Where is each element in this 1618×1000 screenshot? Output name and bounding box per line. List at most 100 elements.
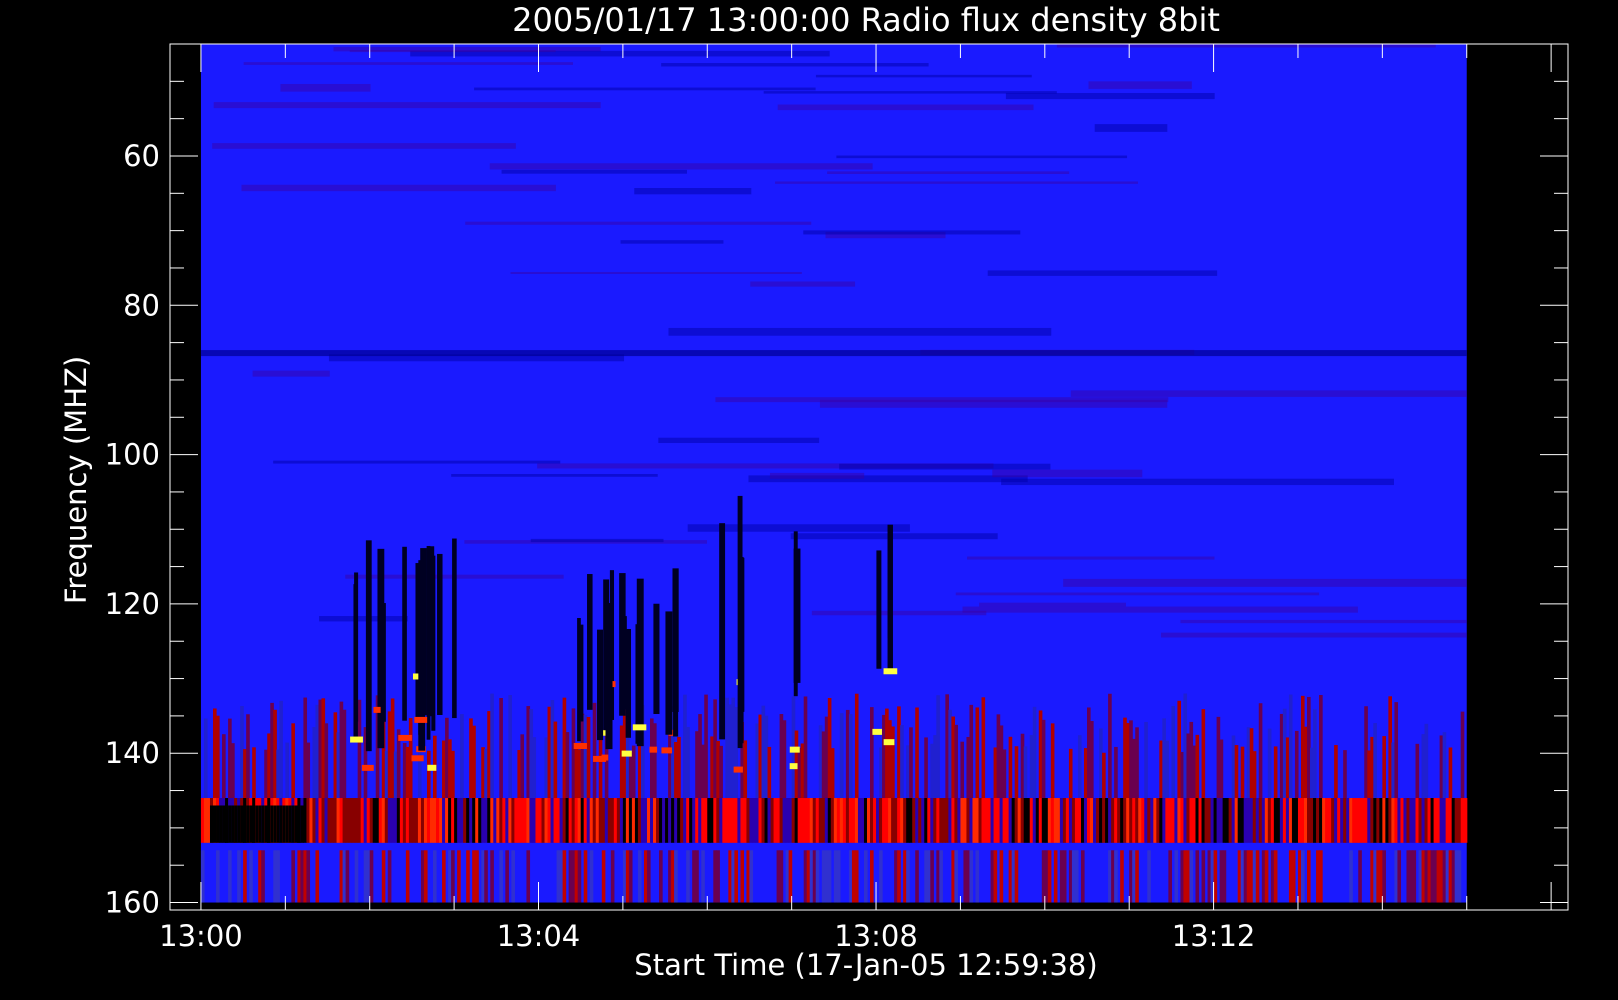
heatmap-cell (1080, 850, 1085, 903)
heatmap-cell (1050, 723, 1055, 799)
heatmap-band (200, 350, 1467, 357)
heatmap-cell (815, 850, 820, 903)
heatmap-cell (252, 747, 256, 799)
heatmap-burst (380, 603, 386, 722)
heatmap-cell (1343, 750, 1347, 799)
heatmap-cell (915, 707, 919, 799)
heatmap-cell (830, 748, 835, 799)
heatmap-cell (216, 715, 220, 799)
heatmap-cell (1174, 850, 1179, 903)
heatmap-cell (686, 850, 690, 903)
heatmap-cell (1288, 694, 1293, 799)
heatmap-cell (1442, 732, 1447, 799)
heatmap-cell (1382, 850, 1386, 903)
heatmap-burst (883, 739, 895, 746)
heatmap-cell (962, 606, 1358, 613)
heatmap-burst (414, 716, 428, 723)
heatmap-cell (213, 102, 601, 109)
heatmap-cell (803, 696, 808, 799)
heatmap-cell (1463, 798, 1468, 843)
heatmap-cell (280, 83, 371, 92)
heatmap-cell (653, 723, 657, 799)
heatmap-cell (319, 616, 408, 622)
heatmap-cell (1056, 44, 1436, 48)
heatmap-burst (605, 602, 613, 750)
heatmap-cell (637, 850, 642, 903)
heatmap-cell (526, 850, 531, 903)
heatmap-burst (402, 546, 407, 721)
heatmap-cell (1412, 850, 1417, 903)
heatmap-cell (510, 271, 802, 274)
heatmap-cell (442, 850, 446, 903)
heatmap-cell (677, 736, 681, 799)
heatmap-cell (1460, 711, 1465, 799)
heatmap-cell (695, 850, 699, 903)
heatmap-cell (200, 850, 205, 903)
heatmap-burst (636, 578, 644, 747)
heatmap-cell (1252, 751, 1257, 799)
heatmap-cell (1255, 850, 1260, 903)
heatmap-cell (1294, 730, 1299, 799)
heatmap-cell (779, 850, 784, 903)
heatmap-cell (489, 163, 873, 170)
heatmap-cell (631, 745, 636, 799)
heatmap-cell (530, 538, 664, 543)
heatmap-cell (1002, 749, 1007, 799)
heatmap-cell (601, 850, 606, 903)
spectrogram-chart: 2005/01/17 13:00:00 Radio flux density 8… (59, 1, 1569, 982)
heatmap-cell (228, 850, 232, 903)
heatmap-cell (659, 850, 663, 903)
heatmap-cell (610, 850, 615, 903)
heatmap-cell (1397, 850, 1402, 903)
heatmap-cell (803, 230, 1021, 235)
heatmap-cell (1213, 850, 1218, 903)
heatmap-cell (291, 723, 295, 799)
heatmap-cell (252, 370, 330, 377)
heatmap-cell (790, 533, 998, 540)
heatmap-cell (769, 472, 865, 479)
heatmap-cell (620, 240, 724, 244)
heatmap-burst (673, 581, 679, 737)
heatmap-cell (1201, 850, 1206, 903)
heatmap-cell (354, 850, 359, 903)
heatmap-cell (1074, 850, 1079, 903)
heatmap-cell (1108, 693, 1112, 799)
heatmap-cell (777, 104, 1034, 111)
heatmap-cell (598, 734, 603, 799)
heatmap-burst (587, 574, 593, 710)
heatmap-cell (1195, 734, 1200, 799)
heatmap-cell (1094, 124, 1168, 132)
heatmap-cell (839, 463, 1051, 470)
heatmap-cell (981, 697, 986, 799)
heatmap-burst (887, 524, 893, 673)
heatmap-cell (815, 74, 1032, 78)
heatmap-burst (793, 531, 798, 697)
heatmap-cell (499, 850, 503, 903)
heatmap-cell (979, 602, 1126, 607)
heatmap-cell (987, 270, 1218, 276)
heatmap-cell (577, 850, 582, 903)
heatmap-cell (315, 850, 320, 903)
heatmap-cell (592, 702, 597, 799)
heatmap-burst (733, 766, 743, 773)
heatmap-cell (1222, 850, 1227, 903)
heatmap-cell (291, 850, 295, 903)
heatmap-cell (1189, 850, 1194, 903)
heatmap-cell (634, 188, 752, 195)
heatmap-cell (975, 850, 980, 903)
heatmap-cell (369, 850, 374, 903)
heatmap-burst (426, 545, 431, 740)
heatmap-cell (1415, 743, 1420, 799)
heatmap-cell (246, 714, 250, 799)
heatmap-cell (222, 734, 226, 799)
heatmap-cell (1171, 706, 1175, 799)
heatmap-cell (212, 143, 516, 149)
heatmap-cell (1201, 709, 1206, 799)
heatmap-cell (243, 62, 574, 65)
heatmap-cell (646, 850, 651, 903)
heatmap-cell (879, 850, 883, 903)
heatmap-cell (999, 850, 1004, 903)
heatmap-cell (1373, 723, 1377, 799)
heatmap-cell (1319, 850, 1323, 903)
heatmap-cell (891, 726, 895, 799)
